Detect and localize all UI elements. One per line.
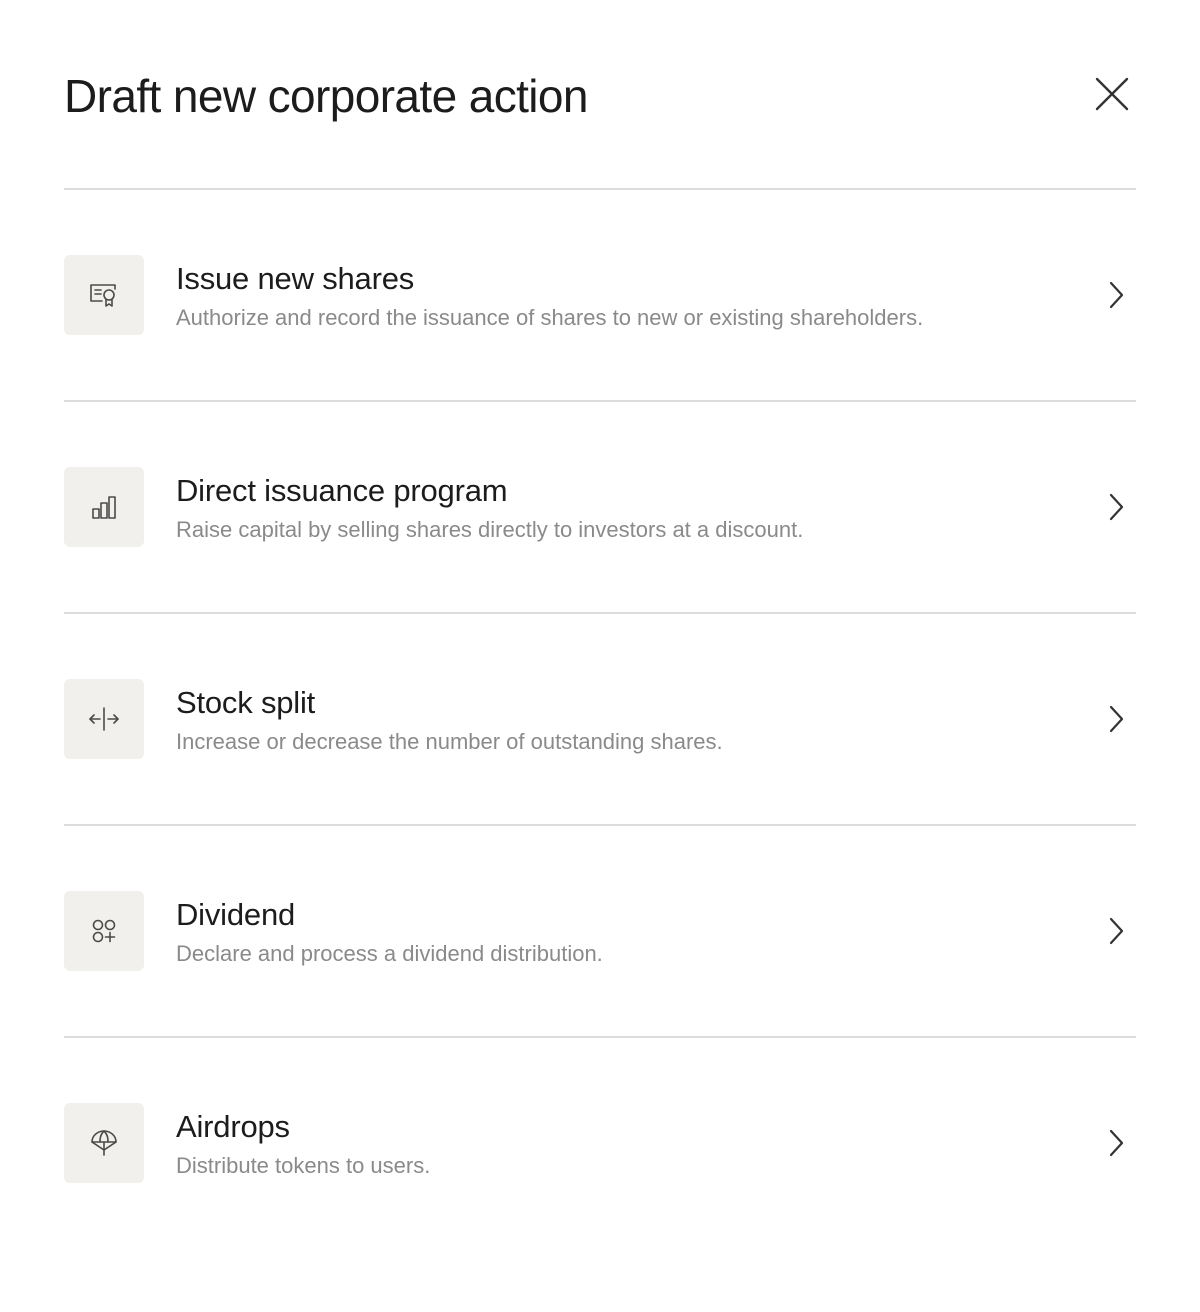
action-issue-new-shares[interactable]: Issue new shares Authorize and record th… <box>64 190 1136 400</box>
action-description: Distribute tokens to users. <box>176 1153 431 1178</box>
action-title: Dividend <box>176 897 296 932</box>
action-text: Airdrops Distribute tokens to users. <box>176 1108 1076 1180</box>
close-button[interactable] <box>1088 70 1136 118</box>
close-icon <box>1095 77 1129 111</box>
icon-tile <box>64 891 144 971</box>
icon-tile <box>64 1103 144 1183</box>
action-title: Direct issuance program <box>176 473 508 508</box>
parachute-icon <box>91 1130 117 1156</box>
icon-tile <box>64 467 144 547</box>
corporate-action-dialog: Draft new corporate action Issue new sha… <box>0 0 1200 1312</box>
action-description: Authorize and record the issuance of sha… <box>176 305 924 330</box>
split-arrows-icon <box>89 707 119 731</box>
chevron-right-icon <box>1096 1123 1136 1163</box>
action-text: Issue new shares Authorize and record th… <box>176 260 1076 332</box>
icon-tile <box>64 255 144 335</box>
chevron-right-icon <box>1096 275 1136 315</box>
chevron-right-icon <box>1096 911 1136 951</box>
certificate-icon <box>90 284 116 307</box>
action-description: Raise capital by selling shares directly… <box>176 517 804 542</box>
circles-plus-icon <box>92 919 116 943</box>
dialog-header: Draft new corporate action <box>64 56 1136 136</box>
action-stock-split[interactable]: Stock split Increase or decrease the num… <box>64 614 1136 824</box>
action-description: Increase or decrease the number of outst… <box>176 729 723 754</box>
action-title: Airdrops <box>176 1109 290 1144</box>
dialog-title: Draft new corporate action <box>64 70 588 122</box>
action-airdrops[interactable]: Airdrops Distribute tokens to users. <box>64 1038 1136 1248</box>
action-title: Issue new shares <box>176 261 415 296</box>
chevron-right-icon <box>1096 699 1136 739</box>
action-title: Stock split <box>176 685 316 720</box>
action-text: Dividend Declare and process a dividend … <box>176 896 1076 968</box>
bar-chart-icon <box>92 496 116 519</box>
icon-tile <box>64 679 144 759</box>
action-text: Stock split Increase or decrease the num… <box>176 684 1076 756</box>
action-text: Direct issuance program Raise capital by… <box>176 472 1076 544</box>
action-dividend[interactable]: Dividend Declare and process a dividend … <box>64 826 1136 1036</box>
chevron-right-icon <box>1096 487 1136 527</box>
action-direct-issuance-program[interactable]: Direct issuance program Raise capital by… <box>64 402 1136 612</box>
action-description: Declare and process a dividend distribut… <box>176 941 603 966</box>
